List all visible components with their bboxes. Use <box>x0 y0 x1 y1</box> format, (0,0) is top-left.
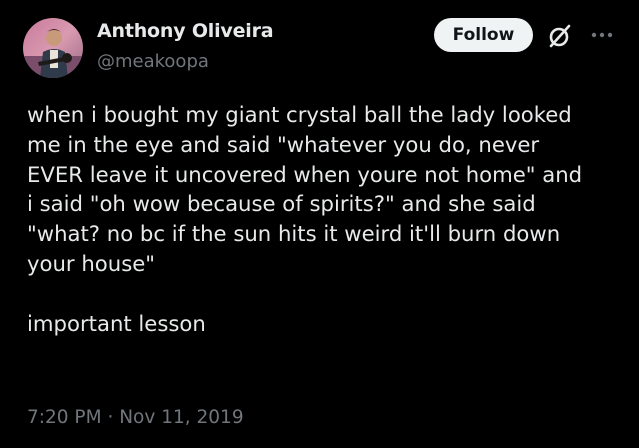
tweet-time[interactable]: 7:20 PM <box>27 407 102 428</box>
ellipsis-icon[interactable] <box>588 22 616 48</box>
tweet-text-line: "what? no bc if the sun hits it weird it… <box>27 221 561 247</box>
tweet-text-line: EVER leave it uncovered when youre not h… <box>27 161 583 187</box>
tweet-text-line: i said "oh wow because of spirits?" and … <box>27 191 536 217</box>
paragraph-break <box>27 279 627 309</box>
tweet-text-line: when i bought my giant crystal ball the … <box>27 102 572 127</box>
grok-icon[interactable] <box>547 23 573 49</box>
tweet-card: Anthony Oliveira @meakoopa Follow when i… <box>0 0 639 448</box>
tweet-text-line: me in the eye and said "whatever you do,… <box>27 131 540 157</box>
avatar[interactable] <box>23 18 83 78</box>
avatar-photo <box>23 18 83 78</box>
tweet-text-line: important lesson <box>27 310 206 336</box>
tweet-timestamp: 7:20 PM · Nov 11, 2019 <box>27 407 244 428</box>
follow-button[interactable]: Follow <box>434 18 533 52</box>
meta-separator: · <box>107 407 114 428</box>
tweet-text: when i bought my giant crystal ball the … <box>27 100 627 338</box>
tweet-text-line: your house" <box>27 250 156 276</box>
tweet-date[interactable]: Nov 11, 2019 <box>119 407 243 428</box>
author-handle[interactable]: @meakoopa <box>97 51 209 72</box>
author-name[interactable]: Anthony Oliveira <box>97 20 274 42</box>
